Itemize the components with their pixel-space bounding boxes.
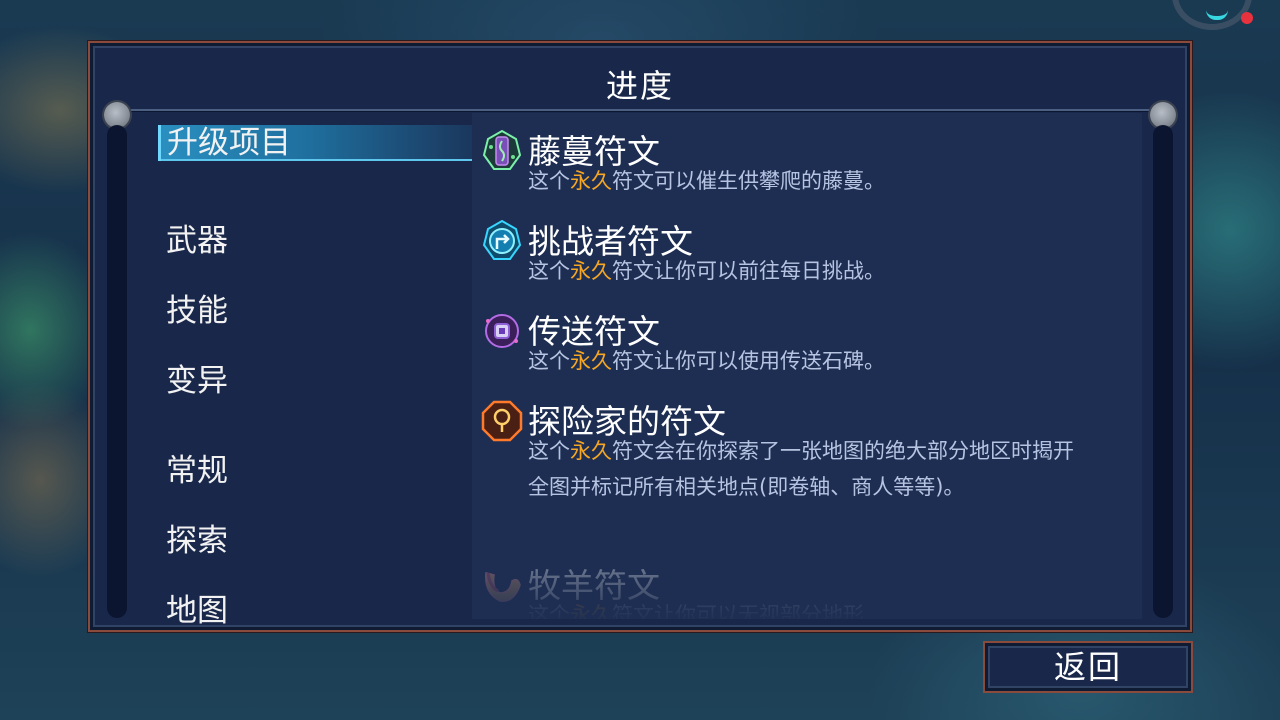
- category-weapons[interactable]: 武器: [166, 215, 228, 260]
- item-description: 这个永久符文可以催生供攀爬的藤蔓。: [528, 169, 885, 193]
- corner-gauge-icon: [1172, 0, 1252, 30]
- category-mutations[interactable]: 变异: [166, 355, 228, 400]
- category-skills[interactable]: 技能: [166, 285, 228, 330]
- notification-dot: [1241, 12, 1253, 24]
- category-map[interactable]: 地图: [166, 585, 228, 630]
- explorer-rune-icon: [481, 400, 523, 442]
- ram-rune-icon: [485, 572, 521, 602]
- item-description: 这个永久符文会在你探索了一张地图的绝大部分地区时揭开全图并标记所有相关地点(即卷…: [528, 439, 1074, 499]
- panel-title: 进度: [605, 67, 674, 105]
- category-general[interactable]: 常规: [166, 445, 228, 490]
- header-divider: [130, 109, 1150, 112]
- item-description: 这个永久符文让你可以前往每日挑战。: [528, 259, 885, 283]
- category-exploration[interactable]: 探索: [166, 515, 228, 560]
- content-scrollbar[interactable]: [1153, 125, 1173, 618]
- progress-panel: 进度 升级项目 武器 技能 变异 常规 探索 地图 藤蔓符文 这个永久符文可以催…: [88, 41, 1192, 632]
- item-description: 这个永久符文让你可以使用传送石碑。: [528, 349, 885, 373]
- back-button[interactable]: 返回: [983, 641, 1193, 693]
- item-description: 这个永久符文让你可以无视部分地形: [528, 603, 864, 619]
- category-scrollbar[interactable]: [107, 125, 127, 618]
- challenger-rune-icon: [482, 219, 522, 260]
- upgrade-list: 藤蔓符文 这个永久符文可以催生供攀爬的藤蔓。 挑战者符文 这个永久符文让你可以前…: [472, 113, 1142, 619]
- vine-rune-icon: [482, 129, 522, 170]
- category-upgrades[interactable]: 升级项目: [158, 125, 487, 161]
- teleport-rune-icon: [485, 314, 519, 348]
